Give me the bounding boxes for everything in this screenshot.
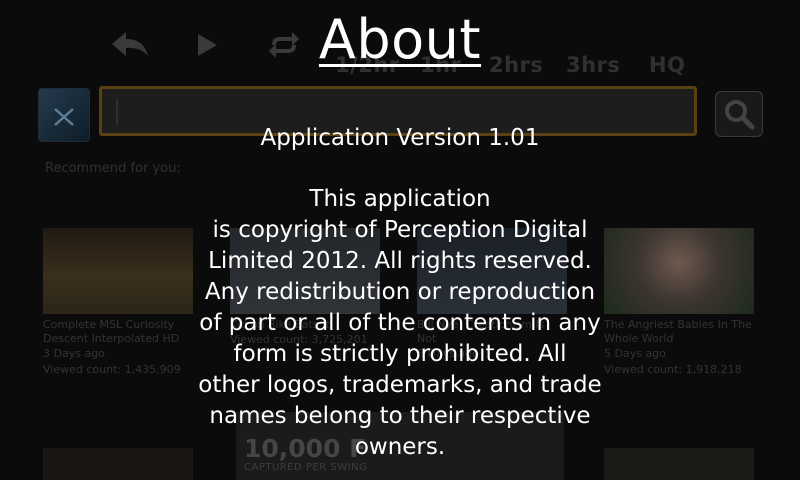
copyright-line: other logos, trademarks, and trade [198, 372, 602, 398]
about-dialog: About Application Version 1.01 This appl… [0, 0, 800, 480]
copyright-line: Any redistribution or reproduction [204, 279, 596, 305]
copyright-text: This application is copyright of Percept… [180, 184, 620, 463]
copyright-line: is copyright of Perception Digital [212, 217, 588, 243]
app-version: Application Version 1.01 [260, 125, 540, 151]
copyright-line: names belong to their respective [209, 403, 591, 429]
copyright-line: owners. [354, 434, 446, 460]
copyright-line: of part or all of the contents in any [199, 310, 601, 336]
copyright-line: form is strictly prohibited. All [233, 341, 567, 367]
copyright-line: This application [309, 186, 491, 212]
about-title: About [318, 8, 482, 71]
copyright-line: Limited 2012. All rights reserved. [208, 248, 592, 274]
